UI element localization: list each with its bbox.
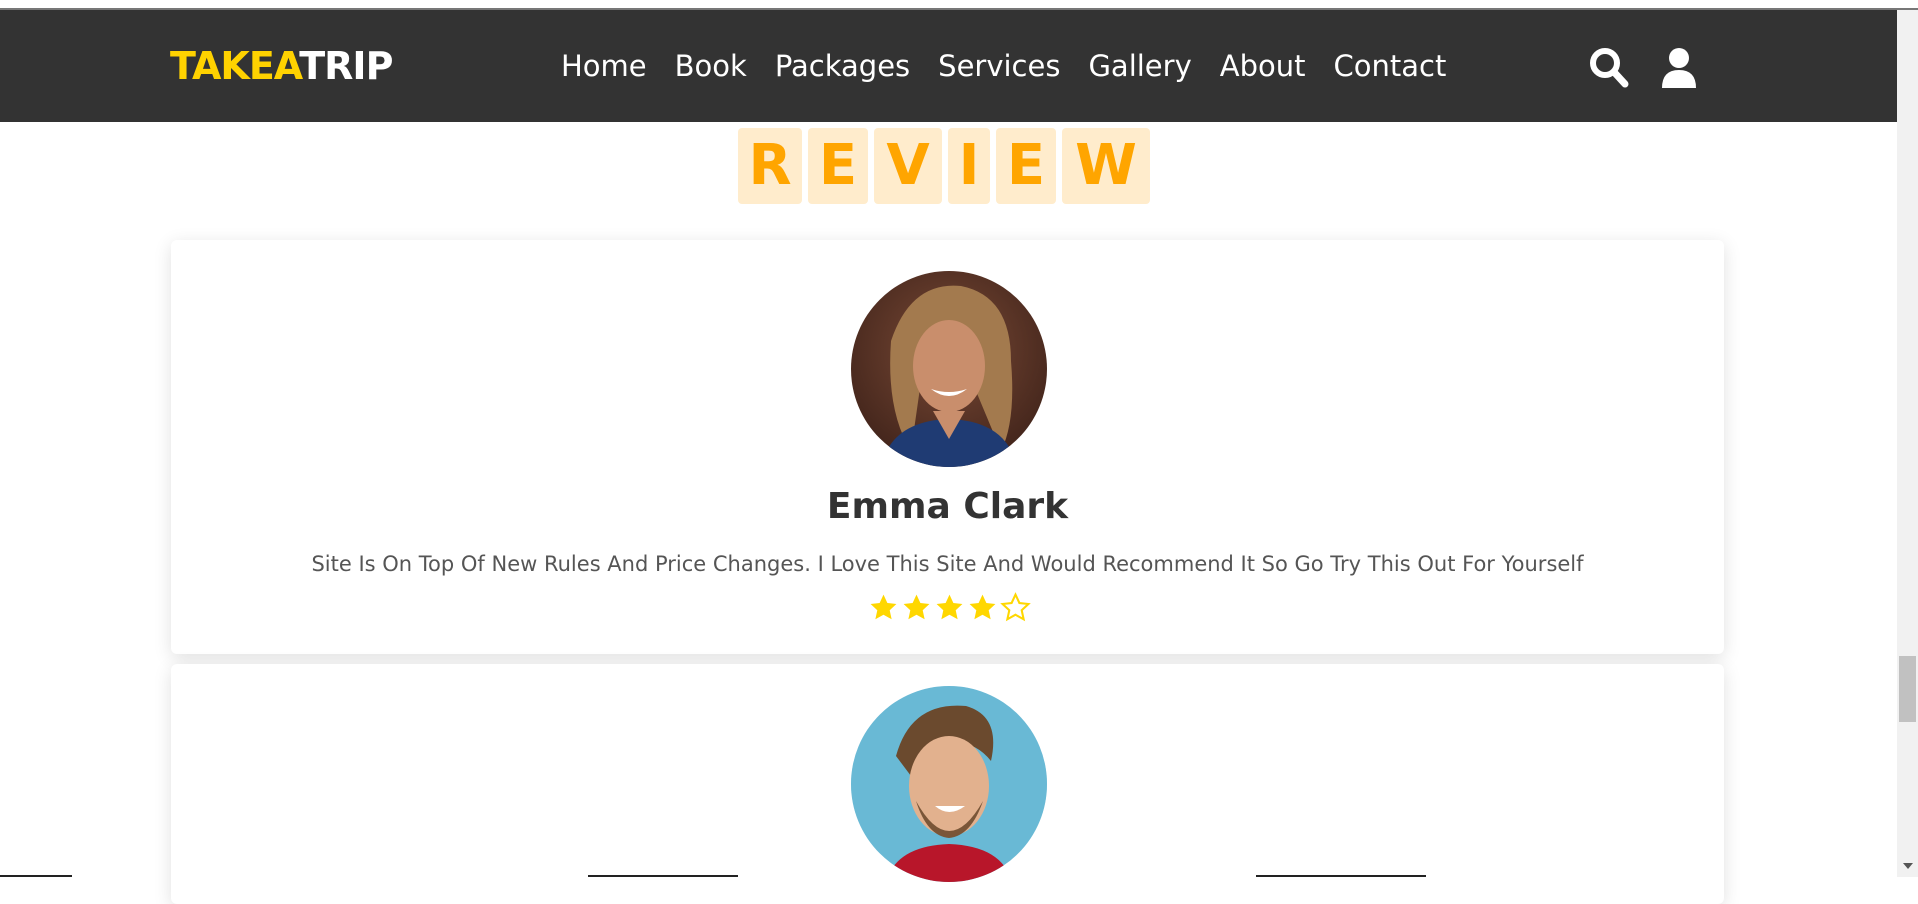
search-icon[interactable] [1589, 46, 1629, 90]
heading-letter: W [1062, 128, 1150, 204]
logo-part-takea: TAKEA [170, 44, 300, 88]
browser-top-line [0, 0, 1918, 10]
nav-gallery[interactable]: Gallery [1088, 46, 1191, 86]
reviewer-name: Emma Clark [826, 486, 1069, 527]
heading-letter: I [948, 128, 990, 204]
reviewer-avatar [851, 686, 1047, 882]
page-scrollbar[interactable] [1897, 10, 1918, 877]
site-header: TAKEATRIP Home Book Packages Services Ga… [0, 10, 1897, 122]
star-outline-icon [999, 592, 1031, 622]
nav-packages[interactable]: Packages [775, 46, 910, 86]
heading-letter: E [808, 128, 868, 204]
reviewer-avatar [851, 271, 1047, 467]
star-filled-icon [870, 594, 896, 620]
nav-services[interactable]: Services [938, 46, 1060, 86]
user-icon[interactable] [1659, 46, 1699, 90]
review-heading: R E V I E W [738, 128, 1150, 204]
site-logo[interactable]: TAKEATRIP [170, 44, 393, 88]
logo-part-trip: TRIP [299, 44, 393, 88]
main-nav: Home Book Packages Services Gallery Abou… [561, 46, 1446, 86]
star-filled-icon [969, 594, 995, 620]
nav-home[interactable]: Home [561, 46, 647, 86]
scroll-down-arrow-icon[interactable] [1900, 858, 1916, 874]
review-card: Emma Clark Site Is On Top Of New Rules A… [171, 240, 1724, 654]
scrollbar-thumb[interactable] [1899, 656, 1916, 722]
star-filled-icon [936, 594, 962, 620]
header-icons [1589, 46, 1699, 90]
star-rating [851, 592, 1047, 623]
star-filled-icon [903, 594, 929, 620]
review-card [171, 664, 1724, 904]
nav-contact[interactable]: Contact [1334, 46, 1447, 86]
heading-letter: V [874, 128, 942, 204]
heading-letter: E [996, 128, 1056, 204]
nav-about[interactable]: About [1220, 46, 1306, 86]
heading-letter: R [738, 128, 802, 204]
nav-book[interactable]: Book [675, 46, 747, 86]
review-text: Site Is On Top Of New Rules And Price Ch… [311, 552, 1584, 576]
